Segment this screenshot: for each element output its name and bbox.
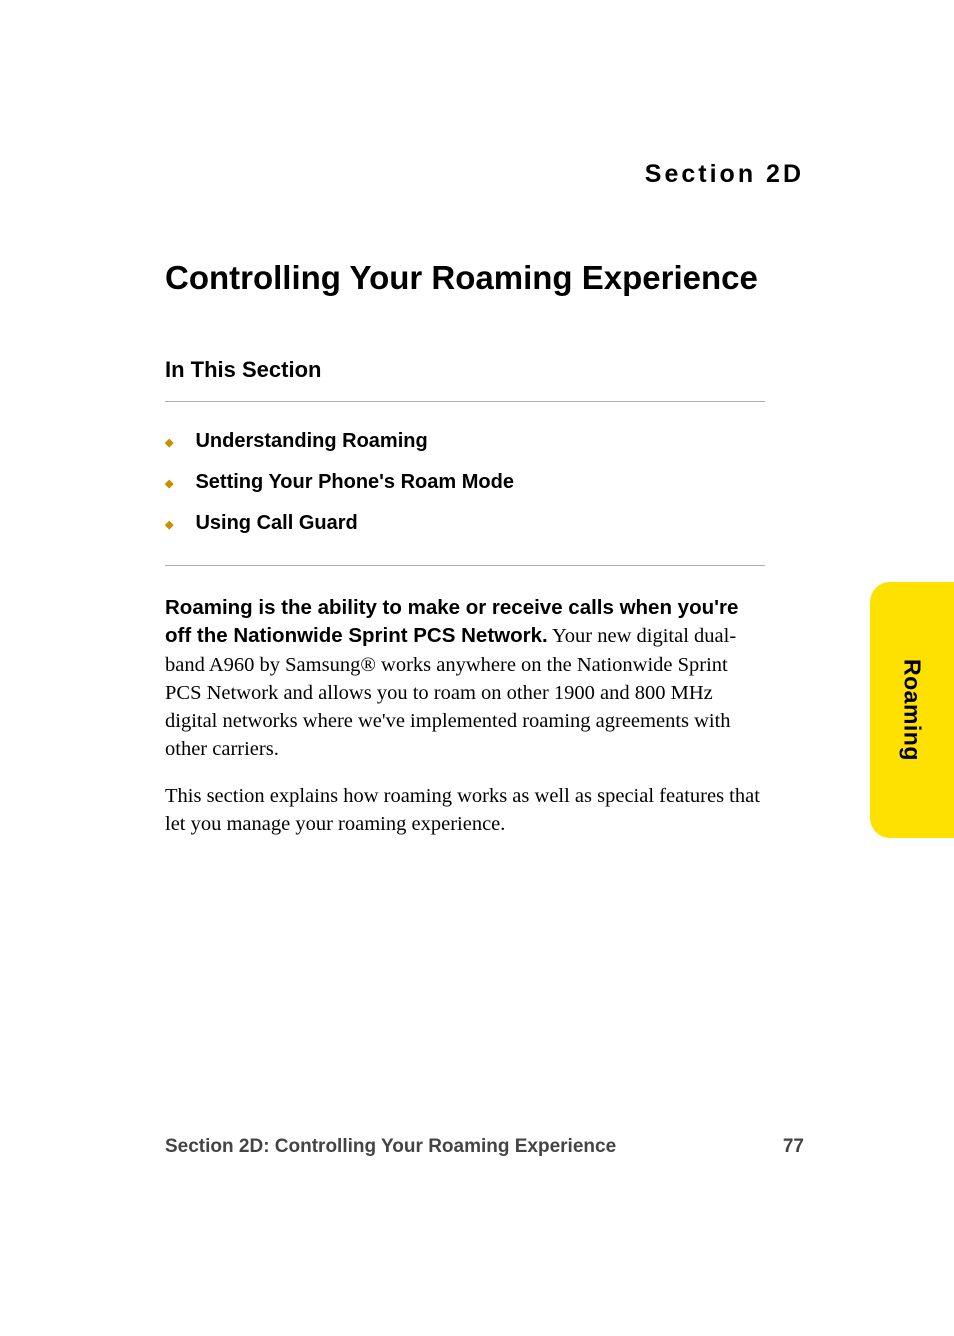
toc-list: ◆ Understanding Roaming ◆ Setting Your P… (165, 430, 804, 535)
divider-bottom (165, 565, 765, 566)
footer-section-title: Section 2D: Controlling Your Roaming Exp… (165, 1136, 616, 1158)
page-footer: Section 2D: Controlling Your Roaming Exp… (165, 1136, 804, 1158)
page-number: 77 (783, 1136, 804, 1158)
toc-item-label: Using Call Guard (195, 512, 357, 535)
bullet-icon: ◆ (165, 436, 173, 449)
body-paragraph-2: This section explains how roaming works … (165, 782, 765, 839)
list-item: ◆ Understanding Roaming (165, 430, 804, 453)
divider-top (165, 401, 765, 402)
subsection-heading: In This Section (165, 357, 804, 383)
bullet-icon: ◆ (165, 518, 173, 531)
section-label: Section 2D (165, 160, 804, 189)
side-tab-label: Roaming (899, 659, 926, 761)
body-paragraph-1: Roaming is the ability to make or receiv… (165, 594, 765, 764)
toc-item-label: Setting Your Phone's Roam Mode (195, 471, 514, 494)
bullet-icon: ◆ (165, 477, 173, 490)
toc-item-label: Understanding Roaming (195, 430, 427, 453)
list-item: ◆ Setting Your Phone's Roam Mode (165, 471, 804, 494)
list-item: ◆ Using Call Guard (165, 512, 804, 535)
page-title: Controlling Your Roaming Experience (165, 259, 804, 297)
side-tab: Roaming (870, 582, 954, 838)
